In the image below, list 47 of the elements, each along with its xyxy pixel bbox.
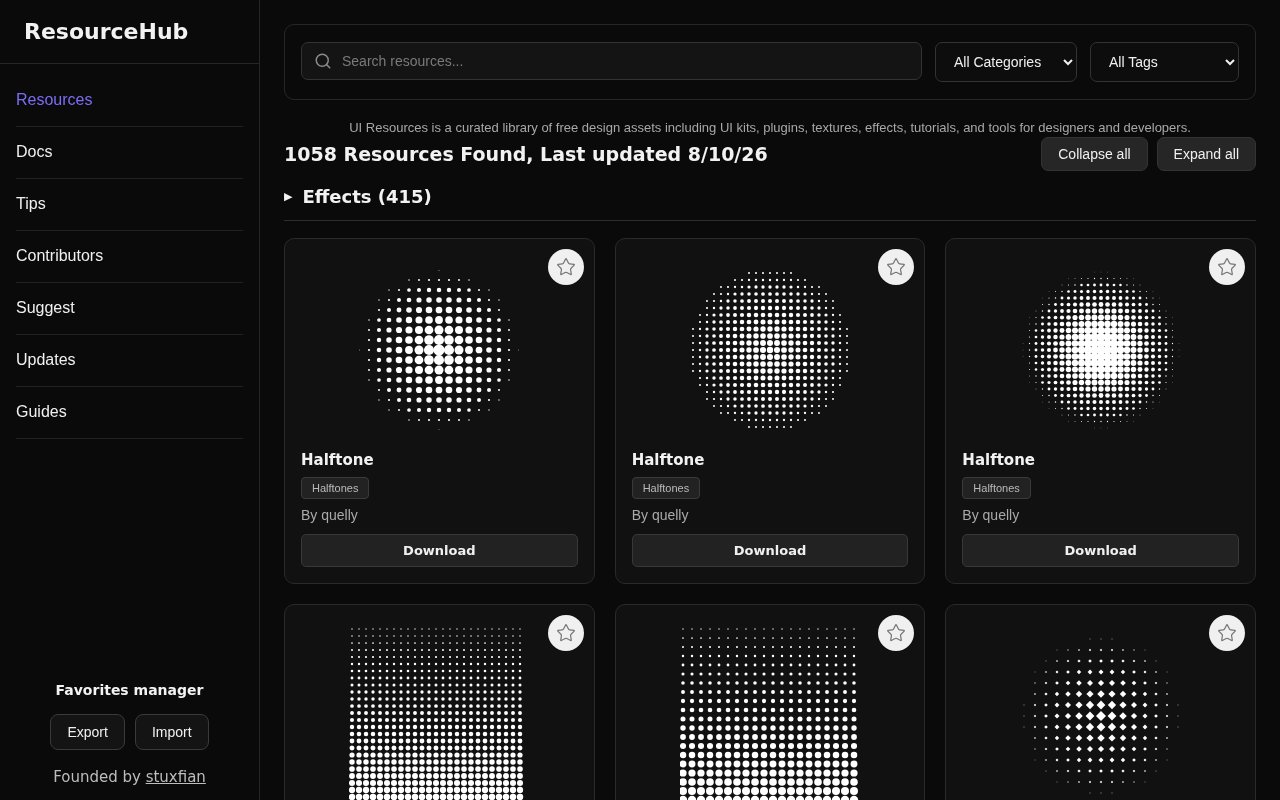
group-title[interactable]: Effects (415) <box>302 186 432 207</box>
tag: Halftones <box>301 477 370 499</box>
star-icon <box>555 257 576 277</box>
nav-link[interactable]: Docs <box>16 127 243 179</box>
nav-link[interactable]: Updates <box>16 335 243 387</box>
tag-select[interactable]: All Tags <box>1090 42 1239 82</box>
card-author: By quelly <box>631 507 690 523</box>
description: UI Resources is a curated library of free design assets including UI kits, plugins, textures, effects, tutorials, and tools for designers and developers. <box>348 120 1192 135</box>
nav-link[interactable]: Suggest <box>16 283 243 335</box>
favorite-button[interactable] <box>1209 615 1245 651</box>
download-button[interactable]: Download <box>301 534 578 567</box>
download-button[interactable]: Download <box>962 534 1239 567</box>
collapse-button[interactable]: Collapse all <box>1041 137 1148 171</box>
search-icon <box>314 52 332 70</box>
star-icon <box>886 623 907 643</box>
favorite-button[interactable] <box>878 249 915 285</box>
favorite-button[interactable] <box>1209 249 1245 285</box>
favorite-button[interactable] <box>878 615 915 651</box>
logo[interactable]: ResourceHub <box>0 0 259 64</box>
star-icon <box>555 623 576 643</box>
nav-link[interactable]: Guides <box>16 387 243 439</box>
search-field[interactable]: Search resources... <box>301 42 922 80</box>
founded-text: Founded by <box>53 768 141 786</box>
favorites-title: Favorites manager <box>55 682 204 698</box>
card-author: By quelly <box>301 507 359 523</box>
disclosure-marker[interactable]: ▶ <box>284 190 293 203</box>
card-title: Halftone <box>631 451 706 469</box>
tag: Halftones <box>962 477 1031 499</box>
import-button[interactable]: Import <box>134 714 209 750</box>
card-title: Halftone <box>301 451 375 469</box>
category-select[interactable]: All Categories <box>935 42 1077 82</box>
card-author: By quelly <box>962 507 1021 523</box>
star-icon <box>1217 257 1237 277</box>
expand-button[interactable]: Expand all <box>1156 137 1256 171</box>
favorite-button[interactable] <box>547 249 584 285</box>
nav-link[interactable]: Resources <box>16 75 243 127</box>
nav-link[interactable]: Contributors <box>16 231 243 283</box>
card-title: Halftone <box>962 451 1036 469</box>
nav-link[interactable]: Tips <box>16 179 243 231</box>
author-link[interactable]: stuxfian <box>145 768 206 786</box>
results-heading: 1058 Resources Found, Last updated 8/10/26 <box>284 143 768 165</box>
star-icon <box>1217 623 1237 643</box>
export-button[interactable]: Export <box>50 714 125 750</box>
tag: Halftones <box>631 477 701 499</box>
favorite-button[interactable] <box>547 615 584 651</box>
star-icon <box>886 257 907 277</box>
download-button[interactable]: Download <box>631 534 909 567</box>
